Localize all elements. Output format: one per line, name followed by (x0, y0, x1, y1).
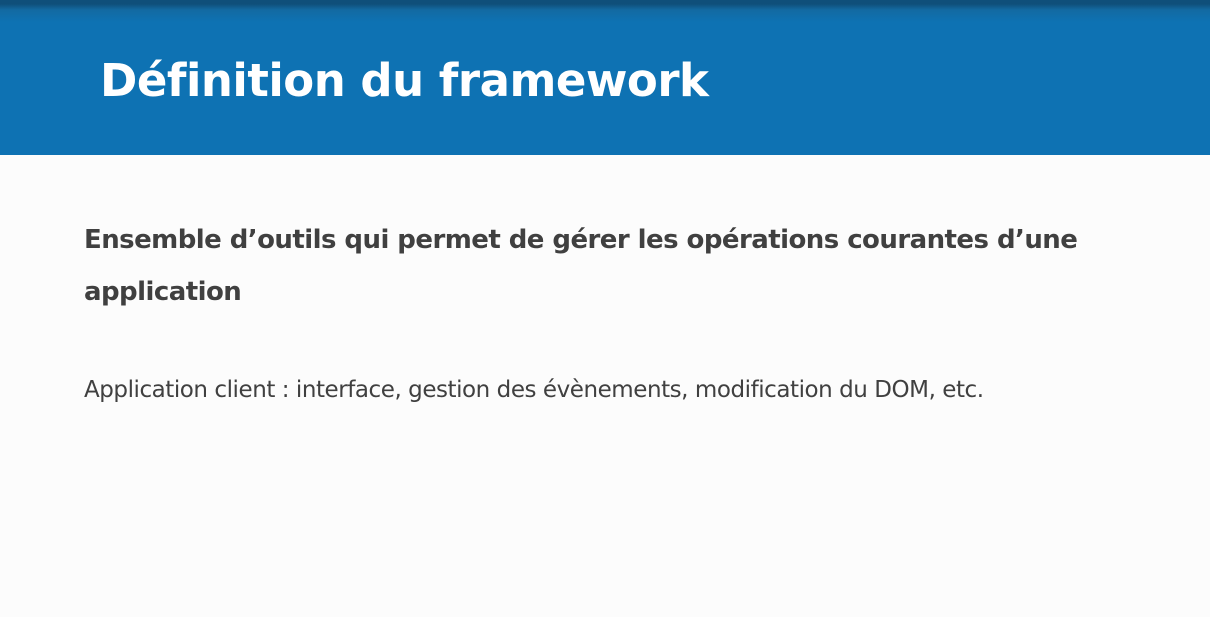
slide-header-banner: Définition du framework (0, 0, 1210, 155)
lead-statement: Ensemble d’outils qui permet de gérer le… (84, 225, 1078, 307)
slide-body: Ensemble d’outils qui permet de gérer le… (84, 214, 1164, 410)
slide-title: Définition du framework (100, 54, 709, 107)
presentation-slide: Définition du framework Ensemble d’outil… (0, 0, 1210, 617)
detail-statement: Application client : interface, gestion … (84, 377, 984, 403)
